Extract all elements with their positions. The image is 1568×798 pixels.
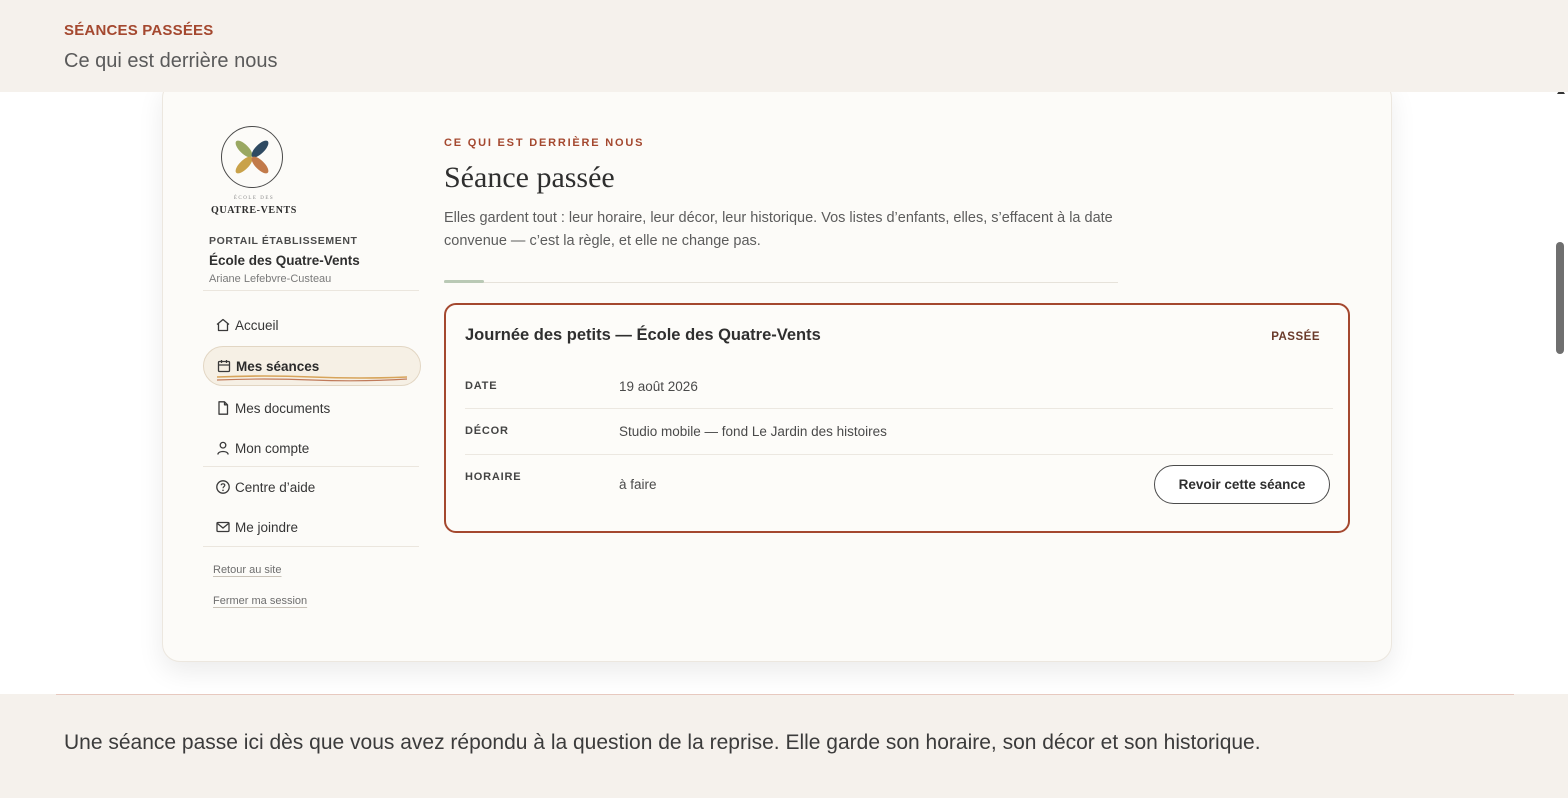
logo-caption: QUATRE-VENTS xyxy=(211,205,297,216)
sidebar-item-mon-compte[interactable]: Mon compte xyxy=(203,429,419,467)
home-icon xyxy=(216,318,230,332)
mail-icon xyxy=(216,521,230,533)
section-subtitle: Ce qui est derrière nous xyxy=(64,50,278,72)
user-name: Ariane Lefebvre-Custeau xyxy=(209,273,332,285)
divider xyxy=(203,290,419,291)
portal-label: PORTAIL ÉTABLISSEMENT xyxy=(209,235,358,247)
divider xyxy=(203,546,419,547)
page-title: Séance passée xyxy=(444,161,615,194)
sidebar: ÉCOLE DES QUATRE-VENTS PORTAIL ÉTABLISSE… xyxy=(203,92,421,661)
back-to-site-link[interactable]: Retour au site xyxy=(213,564,281,576)
active-underline-decoration xyxy=(216,375,408,382)
help-icon xyxy=(216,480,230,494)
sidebar-item-label: Accueil xyxy=(235,317,279,333)
divider xyxy=(444,282,1118,283)
horaire-label: HORAIRE xyxy=(465,471,522,483)
sidebar-item-accueil[interactable]: Accueil xyxy=(203,306,419,344)
status-badge: PASSÉE xyxy=(1271,331,1320,343)
main-content: CE QUI EST DERRIÈRE NOUS Séance passée E… xyxy=(444,92,1354,661)
footer-caption: Une séance passe ici dès que vous avez r… xyxy=(64,731,1261,754)
sidebar-item-centre-aide[interactable]: Centre d’aide xyxy=(203,468,419,506)
screenshot-viewport: ÉCOLE DES QUATRE-VENTS PORTAIL ÉTABLISSE… xyxy=(0,92,1568,694)
sidebar-item-mes-documents[interactable]: Mes documents xyxy=(203,389,419,427)
page-description: Elles gardent tout : leur horaire, leur … xyxy=(444,210,1113,249)
document-icon xyxy=(218,401,229,415)
logo-caption-small: ÉCOLE DES xyxy=(233,196,275,201)
row-divider xyxy=(465,454,1333,455)
sidebar-item-mes-seances[interactable]: Mes séances xyxy=(203,346,421,386)
row-divider xyxy=(465,408,1333,409)
scrollbar-thumb[interactable] xyxy=(1556,242,1564,354)
session-title: Journée des petits — École des Quatre-Ve… xyxy=(465,326,821,344)
sidebar-item-label: Me joindre xyxy=(235,519,299,535)
scroll-up-arrow-icon[interactable] xyxy=(1557,92,1565,94)
session-card: Journée des petits — École des Quatre-Ve… xyxy=(444,303,1350,533)
horaire-value: à faire xyxy=(619,477,657,492)
sidebar-item-label: Centre d’aide xyxy=(235,479,316,495)
section-eyebrow: CE QUI EST DERRIÈRE NOUS xyxy=(444,137,645,149)
sidebar-item-me-joindre[interactable]: Me joindre xyxy=(203,508,419,546)
sidebar-item-label: Mon compte xyxy=(235,440,310,456)
user-icon xyxy=(217,441,229,455)
calendar-icon xyxy=(217,360,231,373)
logout-link[interactable]: Fermer ma session xyxy=(213,595,307,607)
date-value: 19 août 2026 xyxy=(619,379,698,394)
sidebar-item-label: Mes documents xyxy=(235,400,331,416)
page-header: SÉANCES PASSÉES Ce qui est derrière nous xyxy=(0,0,1568,92)
decor-value: Studio mobile — fond Le Jardin des histo… xyxy=(619,424,887,439)
divider xyxy=(203,466,419,467)
date-label: DATE xyxy=(465,380,498,392)
divider-accent xyxy=(444,280,484,283)
section-eyebrow: SÉANCES PASSÉES xyxy=(64,22,214,39)
decor-label: DÉCOR xyxy=(465,425,509,437)
school-logo-icon xyxy=(221,126,283,188)
sidebar-item-label: Mes séances xyxy=(236,358,320,374)
portal-card: ÉCOLE DES QUATRE-VENTS PORTAIL ÉTABLISSE… xyxy=(162,92,1392,662)
review-session-button[interactable]: Revoir cette séance xyxy=(1154,465,1330,504)
school-name: École des Quatre-Vents xyxy=(209,253,360,268)
footer-divider xyxy=(56,694,1514,695)
